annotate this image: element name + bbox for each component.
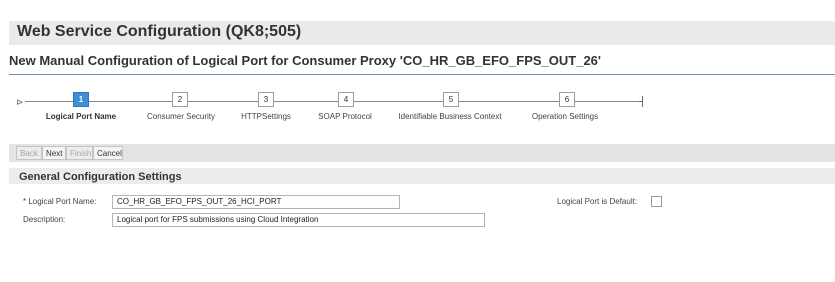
description-label: Description: (23, 215, 66, 224)
is-default-label: Logical Port is Default: (557, 197, 638, 206)
roadmap-step-6[interactable]: 6 (559, 92, 575, 107)
roadmap-step-5-label[interactable]: Identifiable Business Context (398, 112, 501, 121)
back-button[interactable]: Back (16, 146, 42, 160)
is-default-checkbox[interactable] (651, 196, 662, 207)
roadmap-start-icon: ⊳ (16, 97, 24, 107)
roadmap: ⊳ 1 Logical Port Name 2 Consumer Securit… (9, 89, 835, 129)
logical-port-name-input[interactable]: CO_HR_GB_EFO_FPS_OUT_26_HCI_PORT (112, 195, 400, 209)
roadmap-step-6-label[interactable]: Operation Settings (532, 112, 598, 121)
finish-button[interactable]: Finish (66, 146, 93, 160)
roadmap-step-3-label[interactable]: HTTPSettings (241, 112, 291, 121)
roadmap-line (25, 101, 639, 102)
section-title: General Configuration Settings (19, 171, 182, 183)
wizard-toolbar: Back Next Finish Cancel (9, 144, 835, 162)
roadmap-step-3[interactable]: 3 (258, 92, 274, 107)
roadmap-step-1[interactable]: 1 (73, 92, 89, 107)
roadmap-step-1-label[interactable]: Logical Port Name (46, 112, 116, 121)
header-divider (9, 74, 835, 75)
title-bar: Web Service Configuration (QK8;505) (9, 21, 835, 45)
section-header: General Configuration Settings (9, 168, 835, 184)
next-button[interactable]: Next (42, 146, 66, 160)
page-subtitle: New Manual Configuration of Logical Port… (9, 53, 601, 68)
roadmap-step-2[interactable]: 2 (172, 92, 188, 107)
roadmap-step-4-label[interactable]: SOAP Protocol (318, 112, 372, 121)
app-title: Web Service Configuration (QK8;505) (17, 23, 302, 40)
roadmap-step-5[interactable]: 5 (443, 92, 459, 107)
logical-port-name-label: * Logical Port Name: (23, 197, 97, 206)
cancel-button[interactable]: Cancel (93, 146, 123, 160)
roadmap-step-4[interactable]: 4 (338, 92, 354, 107)
page-top (0, 0, 835, 9)
roadmap-end-stub (639, 101, 643, 102)
roadmap-step-2-label[interactable]: Consumer Security (147, 112, 215, 121)
description-input[interactable]: Logical port for FPS submissions using C… (112, 213, 485, 227)
